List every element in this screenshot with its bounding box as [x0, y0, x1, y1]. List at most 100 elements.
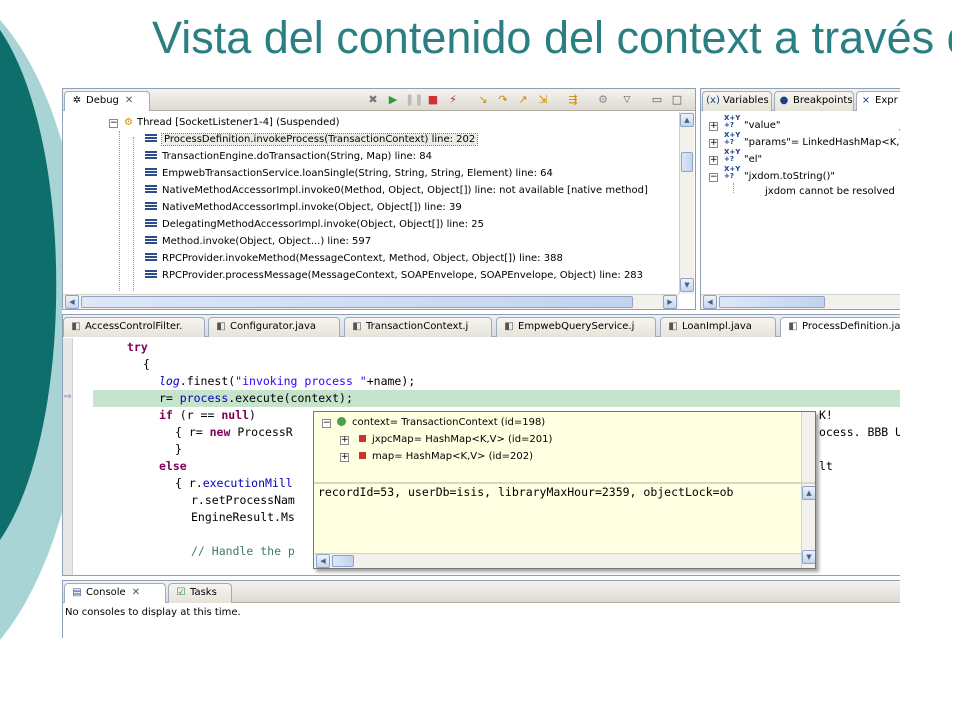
stack-frame[interactable]: TransactionEngine.doTransaction(String, …	[145, 148, 432, 165]
expressions-hscrollbar[interactable]: ◀	[701, 294, 900, 309]
expression-item[interactable]: −X+Y +? "jxdom.toString()"	[709, 166, 835, 183]
scroll-left-button[interactable]: ◀	[703, 295, 717, 309]
tab-console[interactable]: ▤ Console ✕	[64, 583, 166, 603]
java-file-icon: ◧	[352, 321, 362, 332]
thread-node[interactable]: − ⚙ Thread [SocketListener1-4] (Suspended)	[109, 114, 340, 131]
stack-frame[interactable]: NativeMethodAccessorImpl.invoke0(Method,…	[145, 182, 648, 199]
popup-tree-vscrollbar[interactable]	[801, 412, 815, 482]
remove-terminated-icon[interactable]: ✖	[365, 93, 381, 107]
editor-tab[interactable]: ◧ Configurator.java	[208, 317, 340, 337]
close-icon[interactable]: ✕	[132, 587, 140, 598]
terminate-icon[interactable]: ■	[425, 93, 441, 107]
popup-tree-child[interactable]: + jxpcMap= HashMap<K,V> (id=201)	[340, 431, 552, 448]
editor-tab[interactable]: ◧ TransactionContext.j	[344, 317, 492, 337]
current-line-marker-icon: ⇨	[64, 392, 72, 402]
scroll-right-button[interactable]: ▶	[663, 295, 677, 309]
editor-ruler	[63, 338, 73, 575]
stack-frame[interactable]: Method.invoke(Object, Object...) line: 5…	[145, 233, 371, 250]
stack-frame[interactable]: DelegatingMethodAccessorImpl.invoke(Obje…	[145, 216, 484, 233]
scroll-thumb[interactable]	[332, 555, 354, 567]
close-icon[interactable]: ✕	[125, 95, 133, 106]
step-filters-icon[interactable]: ⇶	[565, 93, 581, 107]
tab-debug[interactable]: ✲ Debug ✕	[64, 91, 150, 111]
popup-hscrollbar[interactable]: ◀	[314, 553, 801, 568]
expand-icon[interactable]: +	[340, 436, 349, 445]
code-line: r.setProcessNam	[191, 493, 295, 507]
scroll-thumb[interactable]	[81, 296, 633, 308]
code-line: log.finest("invoking process "+name);	[159, 374, 416, 388]
private-field-icon	[359, 452, 366, 459]
expression-separator: __	[899, 117, 900, 134]
scroll-up-button[interactable]: ▲	[680, 113, 694, 127]
scroll-down-button[interactable]: ▼	[680, 278, 694, 292]
scroll-up-button[interactable]: ▲	[802, 486, 815, 500]
step-into-icon[interactable]: ↘	[475, 93, 491, 107]
code-line: else	[159, 459, 187, 473]
expression-item[interactable]: +X+Y +? "params"= LinkedHashMap<K,V	[709, 132, 900, 149]
collapse-icon[interactable]: −	[709, 173, 718, 182]
editor-tab-active[interactable]: ◧ ProcessDefinition.ja	[780, 317, 900, 337]
expression-item[interactable]: +X+Y +? "value"	[709, 115, 781, 132]
console-icon: ▤	[72, 587, 82, 598]
step-over-icon[interactable]: ↷	[495, 93, 511, 107]
stack-frame-icon	[145, 151, 157, 160]
maximize-icon[interactable]: □	[669, 93, 685, 107]
disconnect-icon[interactable]: ⚡	[445, 93, 461, 107]
editor-tabs: ◧ AccessControlFilter. ◧ Configurator.java…	[63, 315, 900, 337]
code-line-tail: ocess. BBB U	[819, 425, 900, 439]
collapse-icon[interactable]: −	[109, 119, 118, 128]
tab-tasks[interactable]: ☑ Tasks	[168, 583, 232, 603]
java-file-icon: ◧	[788, 321, 798, 332]
scroll-down-button[interactable]: ▼	[802, 550, 815, 564]
collapse-icon[interactable]: −	[322, 419, 331, 428]
stack-frame-icon	[145, 185, 157, 194]
popup-tree-root[interactable]: − context= TransactionContext (id=198)	[322, 414, 545, 431]
tab-breakpoints[interactable]: ● Breakpoints	[774, 91, 854, 111]
scroll-thumb[interactable]	[681, 152, 693, 172]
debug-hscrollbar[interactable]: ◀ ▶	[63, 294, 679, 309]
scroll-left-button[interactable]: ◀	[316, 554, 330, 568]
popup-detail-vscrollbar[interactable]: ▲ ▼	[801, 484, 815, 568]
stack-frame[interactable]: RPCProvider.invokeMethod(MessageContext,…	[145, 250, 563, 267]
suspend-icon[interactable]: ❚❚	[405, 93, 423, 107]
inspect-popup[interactable]: − context= TransactionContext (id=198) + j…	[313, 411, 816, 569]
stack-frame-icon	[145, 168, 157, 177]
debug-view-header: ✲ Debug ✕ ✖ ▶ ❚❚ ■ ⚡ ↘ ↷ ↗ ⇲ ⇶ ⚙ ▽ ▭ □	[63, 89, 695, 111]
expand-icon[interactable]: +	[709, 122, 718, 131]
scroll-thumb[interactable]	[719, 296, 825, 308]
expression-item[interactable]: +X+Y +? "el"	[709, 149, 762, 166]
stack-frame[interactable]: RPCProvider.processMessage(MessageContex…	[145, 267, 643, 284]
java-file-icon: ◧	[668, 321, 678, 332]
slide-title: Vista del contenido del context a través…	[152, 12, 952, 63]
expand-icon[interactable]: +	[340, 453, 349, 462]
scroll-left-button[interactable]: ◀	[65, 295, 79, 309]
drop-to-frame-icon[interactable]: ⇲	[535, 93, 551, 107]
debug-vscrollbar[interactable]: ▲ ▼	[679, 112, 694, 294]
console-view: ▤ Console ✕ ☑ Tasks No consoles to display …	[62, 580, 900, 638]
minimize-icon[interactable]: ▭	[649, 93, 665, 107]
resume-icon[interactable]: ▶	[385, 93, 401, 107]
threads-icon[interactable]: ⚙	[595, 93, 611, 107]
private-field-icon	[359, 435, 366, 442]
expand-icon[interactable]: +	[709, 156, 718, 165]
stack-frame[interactable]: NativeMethodAccessorImpl.invoke(Object, …	[145, 199, 462, 216]
editor-tab[interactable]: ◧ EmpwebQueryService.j	[496, 317, 656, 337]
tree-guide	[733, 183, 734, 193]
debug-view: ✲ Debug ✕ ✖ ▶ ❚❚ ■ ⚡ ↘ ↷ ↗ ⇲ ⇶ ⚙ ▽ ▭ □ − ⚙ T…	[62, 88, 696, 310]
step-return-icon[interactable]: ↗	[515, 93, 531, 107]
eclipse-screenshot: ✲ Debug ✕ ✖ ▶ ❚❚ ■ ⚡ ↘ ↷ ↗ ⇲ ⇶ ⚙ ▽ ▭ □ − ⚙ T…	[62, 82, 900, 638]
editor-tab[interactable]: ◧ LoanImpl.java	[660, 317, 776, 337]
code-line-tail: K!	[819, 408, 833, 422]
deco-dark-arc	[0, 30, 57, 540]
tab-expressions[interactable]: ⨯ Expr	[856, 91, 900, 111]
view-menu-icon[interactable]: ▽	[619, 93, 635, 107]
stack-frame[interactable]: ProcessDefinition.invokeProcess(Transact…	[145, 131, 479, 148]
expressions-view-header: (x) Variables ● Breakpoints ⨯ Expr	[701, 89, 900, 111]
editor-area: ◧ AccessControlFilter. ◧ Configurator.java…	[62, 314, 900, 576]
expand-icon[interactable]: +	[709, 139, 718, 148]
stack-frame-icon	[145, 236, 157, 245]
tab-variables[interactable]: (x) Variables	[702, 91, 772, 111]
popup-tree-child[interactable]: + map= HashMap<K,V> (id=202)	[340, 448, 533, 465]
editor-tab[interactable]: ◧ AccessControlFilter.	[63, 317, 205, 337]
stack-frame[interactable]: EmpwebTransactionService.loanSingle(Stri…	[145, 165, 553, 182]
